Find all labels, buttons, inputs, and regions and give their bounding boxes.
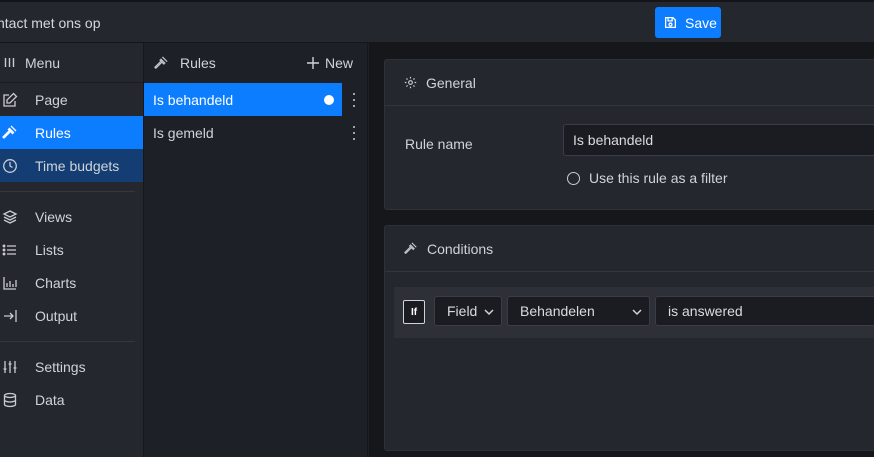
save-button-label: Save [685, 14, 717, 31]
condition-type-select[interactable]: Field [434, 296, 502, 326]
condition-field-value: Behandelen [520, 303, 595, 319]
menu-item-label: Views [35, 208, 73, 225]
general-card-title: General [426, 74, 476, 91]
kebab-menu-icon[interactable] [352, 93, 356, 107]
page-title: ntact met ons op [0, 15, 101, 31]
kebab-menu-icon[interactable] [352, 126, 356, 140]
rules-header-label: Rules [180, 55, 216, 71]
layers-icon [2, 209, 18, 224]
save-button[interactable]: Save [655, 7, 721, 38]
menu-item-label: Charts [35, 274, 77, 291]
sliders-icon [3, 360, 17, 373]
rules-panel: Rules New Is behandeld Is gemeld [144, 43, 368, 457]
menu-item-label: Time budgets [35, 157, 120, 174]
top-bar: ntact met ons op Save [0, 0, 874, 43]
list-icon [2, 244, 16, 255]
rule-list-item[interactable]: Is behandeld [144, 83, 367, 116]
menu-item-label: Page [35, 91, 68, 108]
chevron-down-icon [484, 309, 494, 316]
use-as-filter-radio[interactable]: Use this rule as a filter [567, 170, 728, 186]
rule-list-item[interactable]: Is gemeld [144, 116, 367, 149]
condition-operator-select[interactable]: is answered [655, 296, 874, 326]
gear-icon [404, 76, 417, 89]
menu-item-label: Output [35, 307, 78, 324]
menu-item-label: Settings [35, 358, 86, 375]
gavel-icon [404, 241, 417, 254]
menu-item-settings[interactable]: Settings [0, 350, 143, 383]
menu-item-lists[interactable]: Lists [0, 233, 143, 266]
condition-type-value: Field [447, 303, 478, 319]
menu-icon [4, 58, 15, 67]
use-as-filter-label: Use this rule as a filter [589, 170, 728, 186]
rules-header: Rules New [144, 43, 367, 83]
menu-item-charts[interactable]: Charts [0, 266, 143, 299]
rule-editor: General Rule name Use this rule as a fil… [369, 43, 874, 457]
menu-divider [0, 191, 135, 192]
menu-header[interactable]: Menu [0, 43, 143, 83]
save-icon [664, 16, 677, 29]
radio-circle-icon [567, 171, 580, 185]
condition-field-select[interactable]: Behandelen [507, 296, 650, 326]
menu-item-label: Lists [35, 241, 64, 258]
menu-header-label: Menu [25, 54, 61, 71]
new-rule-label: New [324, 55, 353, 71]
menu-divider [0, 341, 135, 342]
gavel-icon [154, 56, 168, 69]
menu-item-rules[interactable]: Rules [0, 116, 143, 149]
conditions-card-header: Conditions [385, 226, 874, 272]
bar-chart-icon [3, 276, 17, 290]
menu-item-page[interactable]: Page [0, 83, 143, 116]
menu-item-data[interactable]: Data [0, 383, 143, 416]
plus-icon [306, 57, 319, 69]
rule-item-label: Is behandeld [153, 91, 234, 108]
menu-item-time-budgets[interactable]: Time budgets [0, 149, 143, 182]
menu-item-output[interactable]: Output [0, 299, 143, 332]
clock-icon [3, 158, 17, 173]
rule-name-input[interactable] [563, 124, 874, 156]
main-menu: Menu Page Rules Time budgets Views Lists… [0, 43, 144, 457]
general-card-header: General [385, 60, 874, 106]
gavel-icon [2, 125, 17, 139]
menu-item-label: Data [35, 391, 65, 408]
general-card: General Rule name Use this rule as a fil… [384, 59, 874, 210]
database-icon [3, 392, 17, 407]
edit-icon [3, 92, 18, 107]
new-rule-button[interactable]: New [306, 55, 353, 71]
menu-item-views[interactable]: Views [0, 200, 143, 233]
rule-item-label: Is gemeld [153, 124, 214, 141]
rule-name-label: Rule name [405, 136, 473, 152]
condition-operator-value: is answered [668, 303, 743, 319]
if-badge[interactable]: If [403, 300, 425, 324]
chevron-down-icon [632, 309, 642, 316]
output-icon [4, 309, 17, 322]
conditions-card-title: Conditions [427, 240, 494, 257]
menu-item-label: Rules [35, 124, 71, 141]
unsaved-indicator-icon [324, 95, 334, 105]
conditions-card: Conditions If Field Behandelen is answer… [384, 225, 874, 451]
condition-row: If Field Behandelen is answered [394, 287, 874, 338]
